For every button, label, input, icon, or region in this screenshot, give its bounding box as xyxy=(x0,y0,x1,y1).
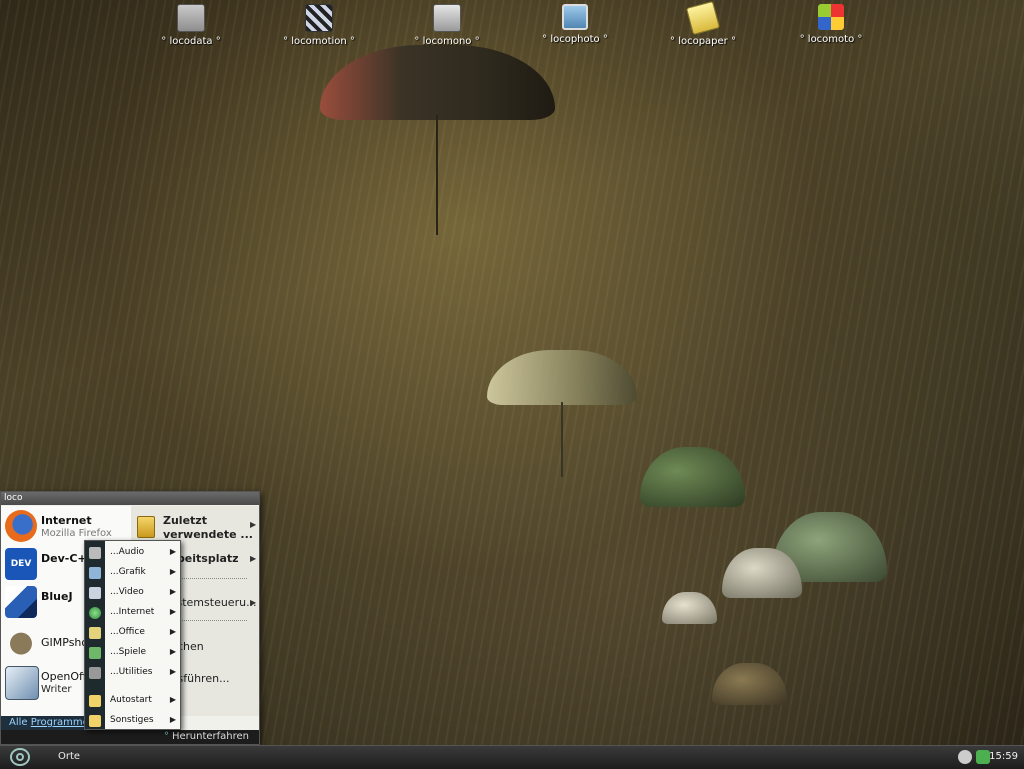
wallpaper-umbrella-brown xyxy=(712,663,787,708)
desktop-icon-label: ° locopaper ° xyxy=(670,36,736,47)
submenu-item-video[interactable]: ...Video ▶ xyxy=(85,583,180,603)
pinned-app-name: Internet xyxy=(41,514,92,527)
wallpaper-umbrella-mid xyxy=(487,350,637,480)
clock[interactable]: 15:59 xyxy=(989,751,1018,762)
shutdown-button[interactable]: ° Herunterfahren xyxy=(164,730,249,744)
update-tray-icon[interactable] xyxy=(976,750,990,764)
bluej-icon xyxy=(5,586,37,618)
submenu-item-label: Autostart xyxy=(110,695,152,705)
chevron-right-icon: ▶ xyxy=(169,667,176,676)
gimp-icon xyxy=(5,626,37,658)
chevron-right-icon: ▶ xyxy=(169,607,176,616)
shutdown-label: Herunterfahren xyxy=(171,731,249,742)
speaker-icon xyxy=(433,4,461,32)
audio-icon xyxy=(89,547,101,559)
submenu-item-grafik[interactable]: ...Grafik ▶ xyxy=(85,563,180,583)
submenu-item-office[interactable]: ...Office ▶ xyxy=(85,623,180,643)
chevron-right-icon: ▶ xyxy=(169,567,176,576)
games-icon xyxy=(89,647,101,659)
submenu-item-label: ...Video xyxy=(110,587,144,597)
writer-icon xyxy=(5,666,39,700)
office-icon xyxy=(89,627,101,639)
folder-icon xyxy=(89,715,101,727)
pinned-app-name: BlueJ xyxy=(41,590,73,603)
film-icon xyxy=(305,4,333,32)
submenu-item-label: ...Utilities xyxy=(110,667,153,677)
start-button[interactable] xyxy=(10,748,30,766)
submenu-item-label: Sonstiges xyxy=(110,715,154,725)
video-icon xyxy=(89,587,101,599)
wallpaper-umbrella-green xyxy=(640,447,745,517)
desktop-icon-label: ° locophoto ° xyxy=(542,34,608,45)
submenu-item-label: ...Audio xyxy=(110,547,145,557)
chevron-right-icon: ▶ xyxy=(169,647,176,656)
desktop-icon-label: ° locomoto ° xyxy=(799,34,863,45)
chevron-right-icon: ▶ xyxy=(169,695,176,704)
chevron-right-icon: ▶ xyxy=(169,587,176,596)
programs-submenu: ...Audio ▶ ...Grafik ▶ ...Video ▶ ...Int… xyxy=(84,540,181,730)
desktop-icon-label: ° locomotion ° xyxy=(283,36,355,47)
chevron-right-icon: ▶ xyxy=(250,520,257,529)
desktop-icon-locodata[interactable]: ° locodata ° xyxy=(146,4,236,47)
chevron-right-icon: ▶ xyxy=(169,547,176,556)
submenu-item-label: ...Office xyxy=(110,627,145,637)
desktop-icon-locomotion[interactable]: ° locomotion ° xyxy=(274,4,364,47)
submenu-item-label: ...Spiele xyxy=(110,647,147,657)
chevron-right-icon: ▶ xyxy=(250,598,257,607)
places-button[interactable]: Orte xyxy=(58,751,80,762)
submenu-item-internet[interactable]: ...Internet ▶ xyxy=(85,603,180,623)
notepad-icon xyxy=(685,0,721,36)
photo-icon xyxy=(562,4,588,30)
all-programs-link: Programme xyxy=(30,717,89,728)
submenu-item-utilities[interactable]: ...Utilities ▶ xyxy=(85,663,180,683)
desktop-icon-locomoto[interactable]: ° locomoto ° xyxy=(786,4,876,45)
submenu-item-label: ...Internet xyxy=(110,607,155,617)
desktop-icon-locomono[interactable]: ° locomono ° xyxy=(402,4,492,47)
taskbar: Orte 15:59 xyxy=(0,745,1024,769)
all-programs-prefix: Alle xyxy=(9,717,31,728)
desktop-icon-locophoto[interactable]: ° locophoto ° xyxy=(530,4,620,45)
submenu-item-sonstiges[interactable]: Sonstiges ▶ xyxy=(85,711,180,731)
recent-documents-line1[interactable]: Zuletzt xyxy=(163,514,207,527)
submenu-item-autostart[interactable]: Autostart ▶ xyxy=(85,691,180,711)
floppy-icon xyxy=(177,4,205,32)
desktop-icon-label: ° locomono ° xyxy=(414,36,480,47)
network-tray-icon[interactable] xyxy=(958,750,972,764)
wallpaper-umbrella-large xyxy=(320,45,555,245)
power-icon: ° xyxy=(163,731,169,742)
chevron-right-icon: ▶ xyxy=(169,627,176,636)
desktop-icon-label: ° locodata ° xyxy=(161,36,221,47)
cubes-icon xyxy=(818,4,844,30)
submenu-item-label: ...Grafik xyxy=(110,567,146,577)
desktop-icon-locopaper[interactable]: ° locopaper ° xyxy=(658,0,748,47)
folder-icon xyxy=(89,695,101,707)
pinned-app-sub: Mozilla Firefox xyxy=(41,528,112,539)
firefox-icon xyxy=(5,510,37,542)
globe-icon xyxy=(89,607,101,619)
recent-documents-icon xyxy=(137,516,155,538)
wallpaper-umbrella-small xyxy=(662,592,717,627)
graphics-icon xyxy=(89,567,101,579)
submenu-item-audio[interactable]: ...Audio ▶ xyxy=(85,543,180,563)
start-menu-user: loco xyxy=(1,492,259,505)
start-menu-footer: ° Herunterfahren xyxy=(1,730,259,744)
pinned-app-sub: Writer xyxy=(41,684,72,695)
chevron-right-icon: ▶ xyxy=(169,715,176,724)
wallpaper-umbrella-white xyxy=(722,548,802,603)
chevron-right-icon: ▶ xyxy=(250,554,257,563)
devcpp-icon: DEV xyxy=(5,548,37,580)
utilities-icon xyxy=(89,667,101,679)
submenu-item-spiele[interactable]: ...Spiele ▶ xyxy=(85,643,180,663)
